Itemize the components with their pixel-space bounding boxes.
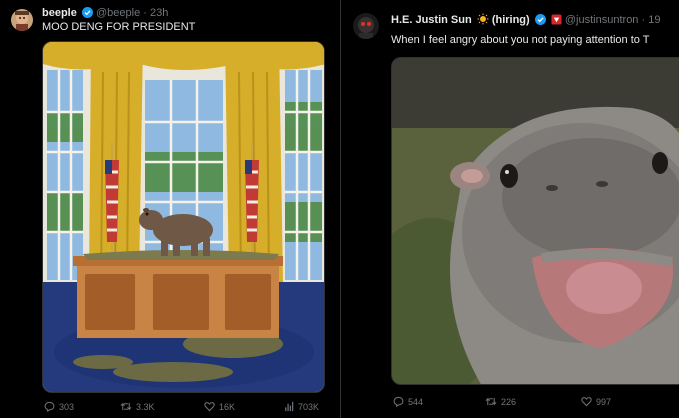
reply-count: 544: [408, 396, 424, 407]
separator-dot: ·: [641, 14, 646, 26]
tweet-justin-sun[interactable]: H.E. Justin Sun (hiring) @justinsuntron …: [341, 0, 679, 418]
author-handle[interactable]: @beeple: [96, 7, 140, 19]
views-button[interactable]: 703K: [284, 401, 319, 412]
heart-icon: [204, 402, 215, 412]
tweet-header: H.E. Justin Sun (hiring) @justinsuntron …: [391, 13, 660, 29]
view-count: 703K: [298, 401, 320, 412]
timestamp[interactable]: 19: [648, 14, 660, 26]
tweet-beeple[interactable]: beeple @beeple · 23h MOO DENG FOR PRESID…: [0, 0, 340, 418]
like-button[interactable]: 16K: [204, 401, 235, 412]
reply-button[interactable]: 303: [44, 401, 74, 412]
analytics-icon: [285, 401, 294, 412]
affiliate-badge-icon: [551, 14, 562, 29]
like-count: 997: [596, 396, 612, 407]
hippo-oval-office-image: [43, 42, 324, 392]
tweet-media[interactable]: [42, 41, 325, 393]
retweet-icon: [120, 402, 132, 411]
retweet-icon: [485, 397, 497, 406]
retweet-count: 226: [501, 396, 517, 407]
retweet-button[interactable]: 226: [485, 396, 516, 407]
reply-icon: [44, 401, 55, 412]
author-name[interactable]: H.E. Justin Sun: [391, 14, 472, 26]
action-bar: 303 3.3K 16K 703K: [42, 401, 325, 415]
baby-hippo-photo: [392, 58, 679, 384]
author-name[interactable]: beeple: [42, 7, 77, 19]
tweet-media[interactable]: [391, 57, 679, 385]
verified-badge-icon: [534, 14, 546, 29]
tweet-text: MOO DENG FOR PRESIDENT: [42, 21, 196, 33]
author-handle[interactable]: @justinsuntron: [565, 14, 639, 26]
separator-dot: ·: [143, 7, 147, 19]
avatar-beeple[interactable]: [11, 9, 33, 31]
reply-count: 303: [59, 401, 75, 412]
heart-icon: [581, 397, 592, 407]
name-suffix: (hiring): [491, 14, 530, 26]
retweet-button[interactable]: 3.3K: [120, 401, 155, 412]
sun-emoji-icon: [477, 13, 489, 29]
reply-button[interactable]: 544: [393, 396, 423, 407]
timestamp[interactable]: 23h: [150, 7, 168, 19]
retweet-count: 3.3K: [136, 401, 155, 412]
like-count: 16K: [219, 401, 236, 412]
action-bar: 544 226 997: [391, 396, 679, 410]
like-button[interactable]: 997: [581, 396, 611, 407]
avatar-justin-sun[interactable]: [353, 13, 379, 39]
tweet-text: When I feel angry about you not paying a…: [391, 34, 650, 46]
reply-icon: [393, 396, 404, 407]
